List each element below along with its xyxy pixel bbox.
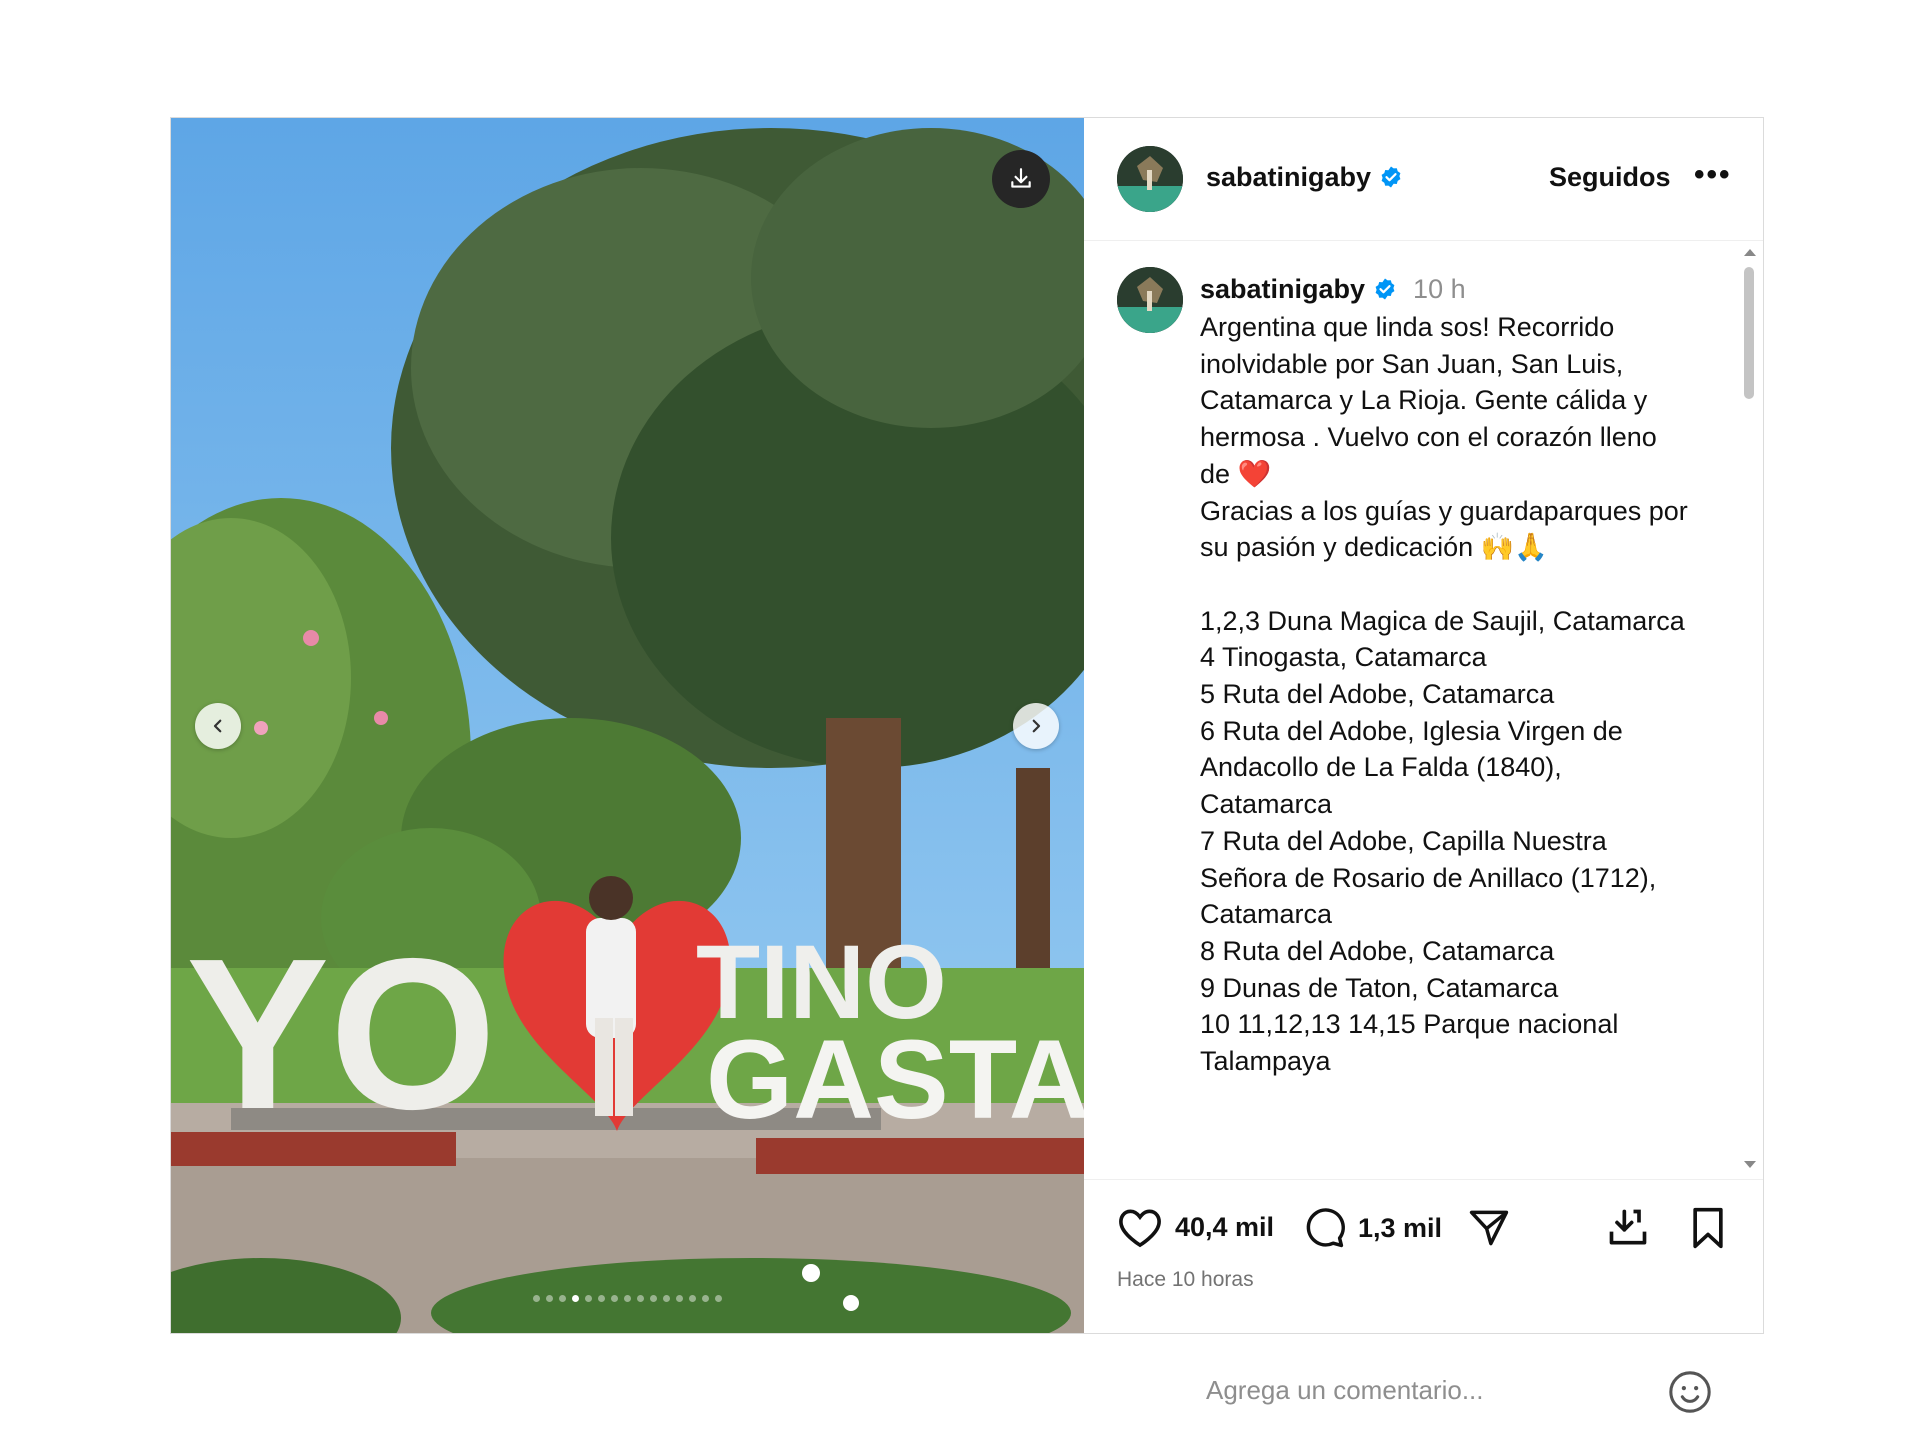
caption-username[interactable]: sabatinigaby — [1200, 274, 1365, 304]
download-save-button[interactable] — [1606, 1206, 1650, 1250]
slide-indicator — [171, 1295, 1084, 1302]
heart-icon — [1119, 1209, 1161, 1248]
slide-dot — [598, 1295, 605, 1302]
posted-time-ago: Hace 10 horas — [1117, 1268, 1254, 1291]
post-header: sabatinigaby Seguidos ••• — [1084, 118, 1763, 241]
like-count: 40,4 mil — [1175, 1211, 1275, 1242]
slide-dot — [689, 1295, 696, 1302]
slide-dot — [663, 1295, 670, 1302]
comment-icon — [1306, 1208, 1345, 1248]
slide-dot — [546, 1295, 553, 1302]
previous-slide-button[interactable] — [195, 703, 241, 749]
bookmark-icon — [1693, 1207, 1723, 1249]
chevron-left-icon — [213, 719, 222, 733]
slide-dot — [637, 1295, 644, 1302]
following-button[interactable]: Seguidos — [1549, 162, 1671, 193]
download-button[interactable] — [992, 150, 1050, 208]
slide-dot — [715, 1295, 722, 1302]
action-bar: 40,4 mil 1,3 mil — [1084, 1179, 1763, 1260]
smiley-icon — [1669, 1371, 1711, 1413]
slide-dot — [650, 1295, 657, 1302]
download-icon — [1011, 168, 1031, 188]
avatar[interactable] — [1117, 267, 1183, 333]
bookmark-button[interactable] — [1688, 1206, 1728, 1250]
header-username[interactable]: sabatinigaby — [1206, 162, 1403, 193]
sign-yo: YO — [186, 913, 497, 1154]
caption-text: Argentina que linda sos! Recorrido inolv… — [1200, 312, 1688, 1077]
sign-gasta: GASTA — [706, 1017, 1084, 1142]
comment-box — [1084, 1303, 1763, 1333]
slide-dot — [676, 1295, 683, 1302]
post-side-panel: sabatinigaby Seguidos ••• sabatinigaby 10… — [1084, 118, 1763, 1333]
caption-time: 10 h — [1413, 274, 1466, 304]
instagram-post: YO TINO GASTA sabatinigaby Seguidos ••• … — [170, 117, 1764, 1413]
slide-dot — [611, 1295, 618, 1302]
avatar-image — [1117, 146, 1183, 212]
next-slide-button[interactable] — [1013, 703, 1059, 749]
post-photo[interactable]: YO TINO GASTA — [171, 118, 1084, 1333]
comment-input[interactable] — [1204, 1367, 1668, 1413]
like-button[interactable]: 40,4 mil — [1117, 1206, 1274, 1248]
caption-scrollbar[interactable] — [1742, 249, 1756, 1175]
comment-button[interactable]: 1,3 mil — [1302, 1206, 1442, 1250]
slide-dot — [702, 1295, 709, 1302]
scrollbar-thumb[interactable] — [1744, 267, 1754, 399]
download-tray-icon — [1609, 1209, 1647, 1245]
avatar-image — [1117, 267, 1183, 333]
verified-badge-icon — [1381, 166, 1401, 188]
slide-dot — [585, 1295, 592, 1302]
share-icon — [1469, 1210, 1509, 1246]
scroll-down-arrow-icon[interactable] — [1744, 1161, 1756, 1168]
share-button[interactable] — [1467, 1206, 1511, 1250]
photo-scene: YO TINO GASTA — [171, 118, 1084, 1333]
slide-dot — [559, 1295, 566, 1302]
slide-dot — [572, 1295, 579, 1302]
more-options-icon[interactable]: ••• — [1694, 158, 1732, 192]
slide-dot — [533, 1295, 540, 1302]
caption-header: sabatinigaby 10 h — [1200, 274, 1466, 305]
caption-area: sabatinigaby 10 h Argentina que linda sos… — [1084, 241, 1763, 1179]
verified-badge-icon — [1375, 278, 1395, 300]
slide-dot — [624, 1295, 631, 1302]
scroll-up-arrow-icon[interactable] — [1744, 249, 1756, 256]
emoji-picker-button[interactable] — [1667, 1369, 1713, 1415]
avatar[interactable] — [1117, 146, 1183, 212]
comment-count: 1,3 mil — [1358, 1212, 1443, 1243]
chevron-right-icon — [1032, 719, 1041, 733]
